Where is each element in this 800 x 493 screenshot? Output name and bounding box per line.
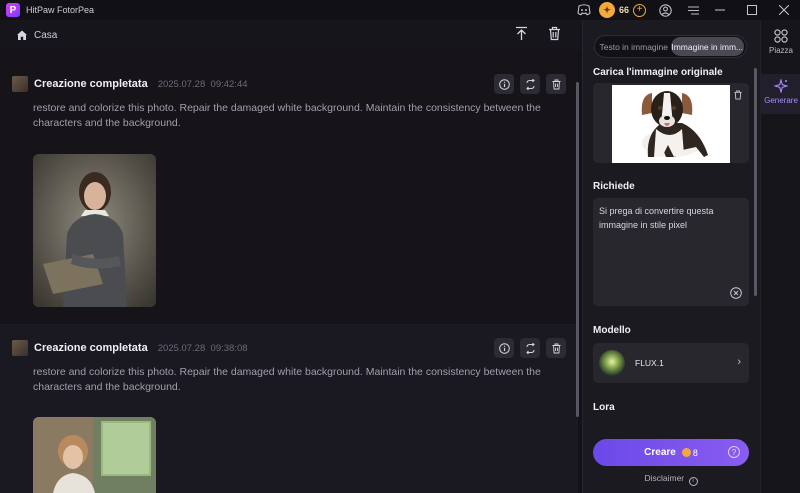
generate-panel: Testo in immagine Immagine in imm... Car…: [582, 20, 760, 493]
uploaded-image: [612, 85, 730, 163]
info-button[interactable]: [494, 338, 514, 358]
result-card: Creazione completata 2025.07.28 09:42:44…: [0, 50, 578, 322]
create-button[interactable]: Creare 8 ?: [593, 439, 749, 466]
model-name: FLUX.1: [635, 358, 664, 368]
minimize-button[interactable]: [704, 0, 736, 20]
help-icon[interactable]: ?: [728, 446, 740, 458]
delete-button[interactable]: [546, 338, 566, 358]
result-card: Creazione completata 2025.07.28 09:38:08…: [0, 324, 578, 493]
app-logo: P: [6, 3, 20, 17]
nav-label: Generare: [764, 96, 798, 105]
tab-text-to-image[interactable]: Testo in immagine: [597, 37, 671, 56]
sparkle-icon: [774, 79, 788, 93]
delete-button[interactable]: [546, 74, 566, 94]
upload-label: Carica l'immagine originale: [593, 67, 723, 78]
menu-icon[interactable]: [682, 0, 704, 20]
create-label: Creare: [644, 447, 676, 458]
nav-item-piazza[interactable]: Piazza: [761, 28, 800, 62]
trash-icon: [552, 343, 560, 353]
card-prompt: restore and colorize this photo. Repair …: [33, 366, 541, 393]
breadcrumb-home[interactable]: Casa: [34, 30, 57, 41]
coin-icon: [681, 448, 691, 457]
main-scrollbar[interactable]: [576, 82, 579, 417]
avatar: [12, 76, 28, 92]
panel-scrollbar[interactable]: [754, 68, 757, 296]
mode-switch: Testo in immagine Immagine in imm...: [594, 35, 747, 58]
create-cost: 8: [692, 447, 698, 458]
credit-count: 66: [618, 5, 629, 15]
side-nav: Piazza Generare: [760, 20, 800, 493]
regenerate-button[interactable]: [520, 338, 540, 358]
result-image[interactable]: [33, 154, 156, 307]
info-icon: [498, 78, 510, 90]
account-icon[interactable]: [654, 0, 676, 20]
regenerate-button[interactable]: [520, 74, 540, 94]
prompt-text[interactable]: Si prega di convertire questa immagine i…: [599, 204, 743, 232]
nav-label: Piazza: [768, 46, 793, 55]
lora-label: Lora: [593, 402, 615, 413]
credit-coin-icon: ✦: [598, 2, 615, 18]
model-thumbnail: [599, 350, 625, 376]
model-select[interactable]: FLUX.1 ›: [593, 343, 749, 383]
trash-icon: [552, 79, 560, 89]
app-title: HitPaw FotorPea: [26, 5, 95, 15]
nav-item-generare[interactable]: Generare: [761, 74, 800, 114]
main-area: Casa Creazione completata 2025.07.28 09:…: [0, 20, 582, 493]
clear-icon[interactable]: [730, 287, 742, 299]
prompt-label: Richiede: [593, 181, 635, 192]
disclaimer-link[interactable]: Disclaimer i: [593, 473, 749, 486]
prompt-input[interactable]: Si prega di convertire questa immagine i…: [593, 198, 749, 306]
refresh-icon: [525, 78, 535, 90]
result-image[interactable]: [33, 417, 156, 493]
refresh-icon: [525, 342, 535, 354]
upload-box[interactable]: [593, 83, 749, 163]
model-label: Modello: [593, 325, 631, 336]
maximize-button[interactable]: [736, 0, 768, 20]
title-bar-actions: ✦ 66 +: [573, 0, 800, 20]
card-title: Creazione completata: [34, 78, 148, 90]
tab-image-to-image[interactable]: Immagine in imm...: [670, 37, 744, 56]
home-icon[interactable]: [16, 29, 28, 41]
close-button[interactable]: [768, 0, 800, 20]
add-credits-button[interactable]: +: [633, 3, 646, 17]
info-button[interactable]: [494, 74, 514, 94]
info-icon: [498, 342, 510, 354]
breadcrumb: Casa: [0, 20, 582, 50]
card-date: 2025.07.28 09:42:44: [157, 78, 248, 90]
upload-icon[interactable]: [514, 26, 529, 41]
info-icon: i: [688, 477, 698, 486]
title-bar: P HitPaw FotorPea ✦ 66 +: [0, 0, 800, 20]
delete-all-icon[interactable]: [547, 26, 562, 41]
discord-icon[interactable]: [573, 0, 595, 20]
grid-icon: [774, 29, 788, 43]
avatar: [12, 340, 28, 356]
chevron-right-icon: ›: [737, 356, 741, 368]
remove-image-icon[interactable]: [733, 90, 743, 100]
card-prompt: restore and colorize this photo. Repair …: [33, 102, 541, 129]
card-date: 2025.07.28 09:38:08: [157, 342, 248, 354]
card-title: Creazione completata: [34, 342, 148, 354]
